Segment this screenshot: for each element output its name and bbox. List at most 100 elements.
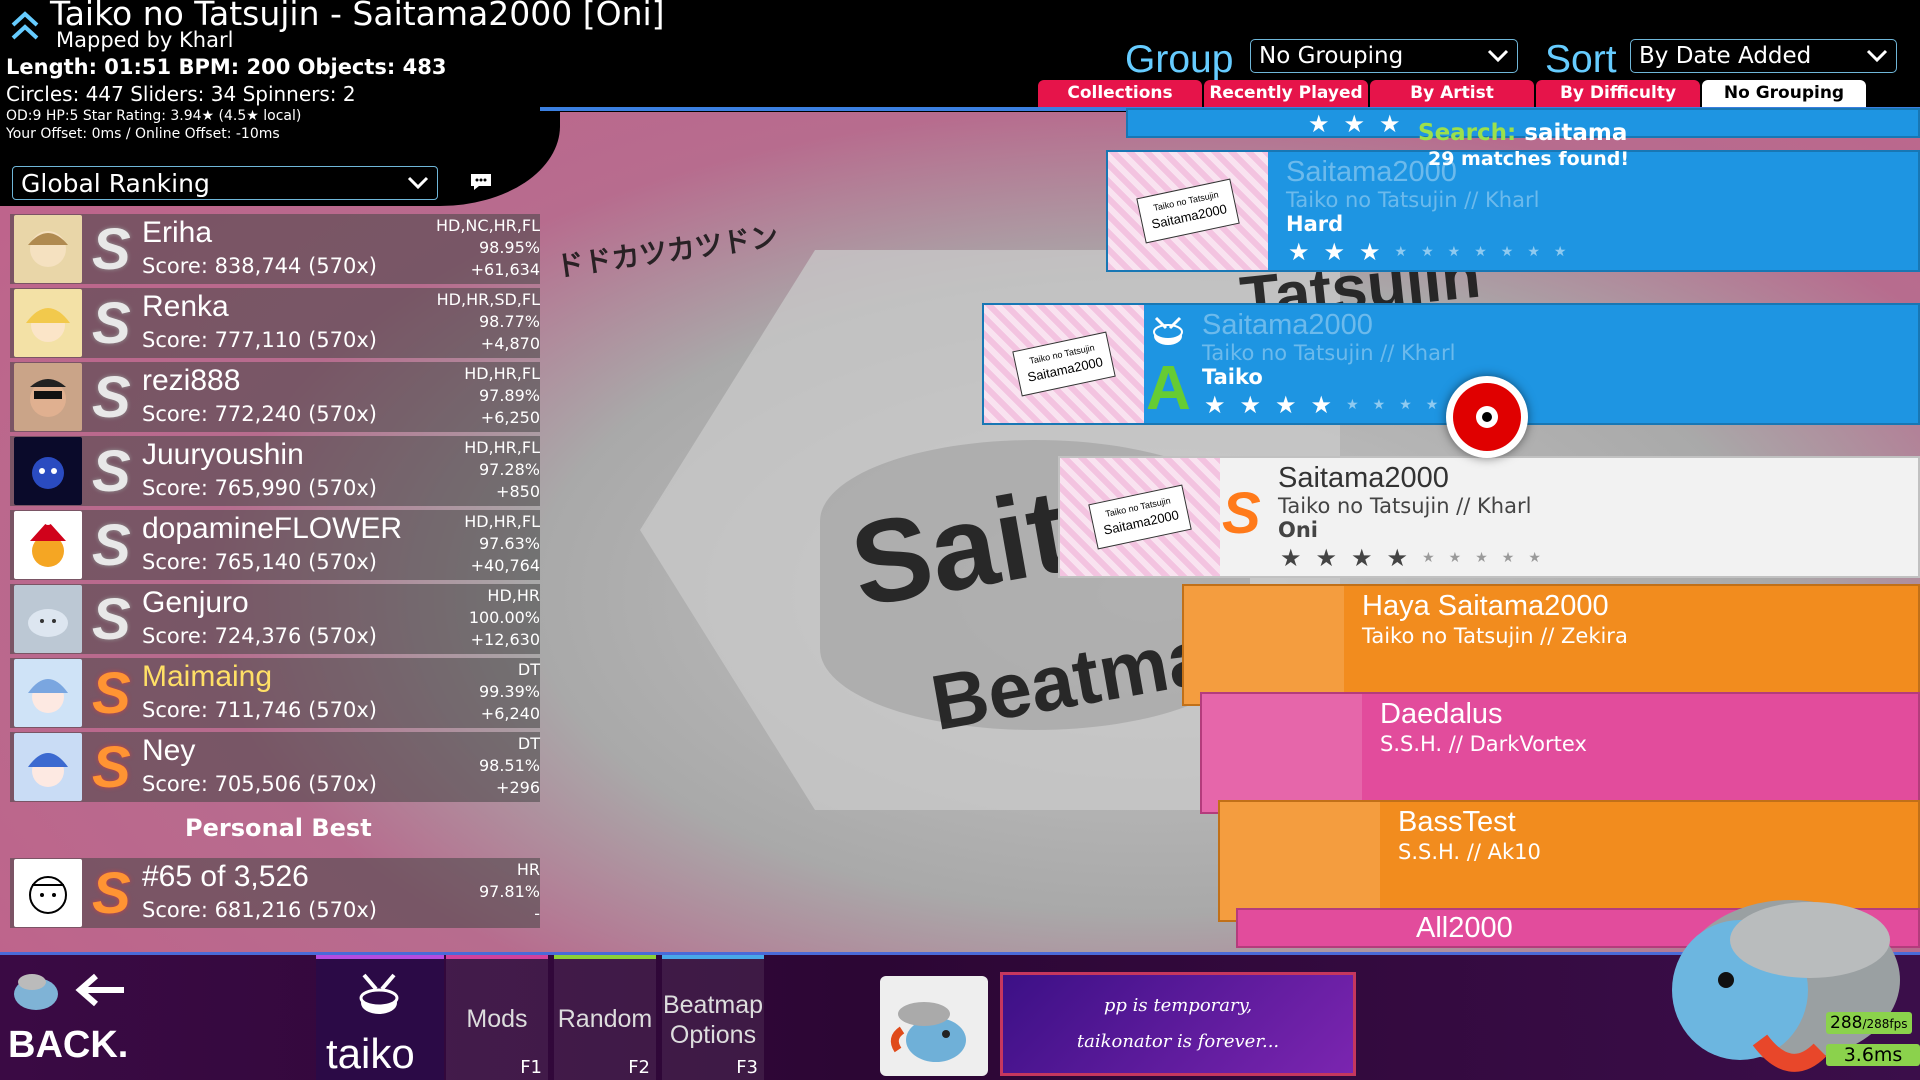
random-label: Random [557, 1005, 653, 1033]
tab-by-artist[interactable]: By Artist [1370, 80, 1534, 107]
grade-badge: A [1146, 354, 1191, 423]
score-diff: +296 [496, 778, 540, 797]
song-panel[interactable]: Daedalus S.S.H. // DarkVortex [1200, 692, 1920, 814]
avatar [890, 1002, 966, 1062]
player-name: rezi888 [142, 364, 241, 397]
star-icon: ★ [1280, 544, 1302, 572]
player-score: Score: 711,746 (570x) [142, 698, 377, 722]
star-icon: ★ [1308, 110, 1330, 138]
avatar [14, 733, 82, 801]
random-key: F2 [628, 1057, 650, 1078]
star-icon: ★ [1288, 238, 1310, 266]
back-arrow-icon [14, 973, 124, 1010]
leaderboard-entry[interactable]: S Ney Score: 705,506 (570x) DT 98.51% +2… [10, 732, 540, 802]
difficulty-name: Oni [1278, 518, 1319, 542]
star-icon: ★ [1553, 244, 1567, 260]
motd-line1: pp is temporary, [1103, 995, 1253, 1016]
fps-max: /288fps [1862, 1017, 1908, 1031]
chevron-down-icon [1866, 49, 1888, 63]
song-panel-oni-selected[interactable]: Taiko no Tatsujin Saitama2000 Saitama2000… [1058, 456, 1920, 578]
mode-label: taiko [326, 1030, 415, 1077]
options-key: F3 [736, 1057, 758, 1078]
grade-badge: S [1222, 481, 1261, 546]
leaderboard-entry[interactable]: S Renka Score: 777,110 (570x) HD,HR,SD,F… [10, 288, 540, 358]
player-score: Score: 705,506 (570x) [142, 772, 377, 796]
song-title: BassTest [1398, 806, 1516, 838]
tab-by-difficulty[interactable]: By Difficulty [1536, 80, 1700, 107]
star-icon: ★ [1421, 244, 1434, 260]
avatar [14, 511, 82, 579]
back-button[interactable]: BACK. [0, 952, 150, 1080]
star-icon: ★ [1351, 544, 1373, 572]
mods-button[interactable]: Mods F1 [446, 955, 548, 1080]
song-title: Saitama2000 [1202, 309, 1373, 341]
mods-used: HD,HR,FL [464, 512, 540, 531]
accuracy: 97.63% [478, 534, 540, 553]
song-artist-mapper: Taiko no Tatsujin // Kharl [1278, 494, 1532, 518]
search-match-count: 29 matches found! [1428, 148, 1629, 170]
thumbnail-card: Taiko no Tatsujin Saitama2000 [1012, 331, 1116, 397]
grade-badge: S [92, 291, 131, 356]
difficulty-stars: ★ ★ ★ [1308, 112, 1401, 136]
group-dropdown-value: No Grouping [1259, 43, 1404, 69]
player-score: Score: 724,376 (570x) [142, 624, 377, 648]
avatar [14, 289, 82, 357]
star-icon: ★ [1399, 397, 1412, 413]
collapse-icon[interactable] [10, 8, 40, 44]
song-artist-mapper: Taiko no Tatsujin // Zekira [1362, 624, 1628, 648]
song-artist-mapper: S.S.H. // Ak10 [1398, 840, 1541, 864]
object-counts: Circles: 447 Sliders: 34 Spinners: 2 [6, 82, 356, 106]
player-rank: #65 of 3,526 [142, 860, 309, 893]
offset-info: Your Offset: 0ms / Online Offset: -10ms [6, 126, 280, 142]
tab-no-grouping[interactable]: No Grouping [1702, 80, 1866, 107]
personal-best-entry[interactable]: S #65 of 3,526 Score: 681,216 (570x) HR … [10, 858, 540, 932]
player-name: Ney [142, 734, 196, 767]
taiko-drum-icon [359, 973, 399, 1014]
random-button[interactable]: Random F2 [554, 955, 656, 1080]
avatar [14, 215, 82, 283]
mascot-plush [1672, 900, 1900, 1072]
avatar [14, 859, 82, 927]
sort-dropdown[interactable]: By Date Added [1630, 39, 1897, 73]
tab-collections[interactable]: Collections [1038, 80, 1202, 107]
user-avatar[interactable] [880, 976, 988, 1076]
chat-button[interactable] [466, 168, 496, 196]
star-icon: ★ [1204, 391, 1226, 419]
motd-banner[interactable]: pp is temporary, taikonator is forever..… [1000, 972, 1356, 1076]
mods-key: F1 [520, 1057, 542, 1078]
leaderboard-entry[interactable]: S Juuryoushin Score: 765,990 (570x) HD,H… [10, 436, 540, 506]
star-icon: ★ [1310, 391, 1333, 419]
ranking-dropdown[interactable]: Global Ranking [12, 166, 438, 200]
accuracy: 97.81% [478, 882, 540, 901]
star-icon: ★ [1386, 544, 1409, 572]
song-title: All2000 [1416, 912, 1513, 944]
song-panel[interactable]: Haya Saitama2000 Taiko no Tatsujin // Ze… [1182, 584, 1920, 706]
song-title: Haya Saitama2000 [1362, 590, 1609, 622]
leaderboard-entry[interactable]: S rezi888 Score: 772,240 (570x) HD,HR,FL… [10, 362, 540, 432]
tab-recently-played[interactable]: Recently Played [1204, 80, 1368, 107]
grade-badge: S [92, 861, 131, 926]
group-dropdown[interactable]: No Grouping [1250, 39, 1518, 73]
star-icon: ★ [1528, 550, 1541, 566]
accuracy: 98.95% [478, 238, 540, 257]
leaderboard-entry[interactable]: S Genjuro Score: 724,376 (570x) HD,HR 10… [10, 584, 540, 654]
star-icon: ★ [1323, 238, 1346, 266]
star-icon: ★ [1343, 110, 1366, 138]
thumbnail-card: Taiko no Tatsujin Saitama2000 [1136, 178, 1240, 244]
search-label: Search: saitama [1418, 120, 1627, 146]
thumbnail-card: Taiko no Tatsujin Saitama2000 [1088, 484, 1192, 550]
beatmap-options-button[interactable]: Beatmap Options F3 [662, 955, 764, 1080]
song-artist-mapper: Taiko no Tatsujin // Kharl [1286, 188, 1540, 212]
avatar [14, 437, 82, 505]
grade-badge: S [92, 661, 131, 726]
leaderboard-entry[interactable]: S dopamineFLOWER Score: 765,140 (570x) H… [10, 510, 540, 580]
back-label: BACK. [8, 1024, 129, 1066]
star-icon: ★ [1394, 244, 1408, 260]
cursor-icon [1446, 376, 1528, 458]
leaderboard-entry[interactable]: S Maimaing Score: 711,746 (570x) DT 99.3… [10, 658, 540, 728]
accuracy: 98.77% [478, 312, 540, 331]
leaderboard-entry[interactable]: S Eriha Score: 838,744 (570x) HD,NC,HR,F… [10, 214, 540, 284]
beatmap-thumbnail: Taiko no Tatsujin Saitama2000 [1060, 458, 1220, 576]
player-score: Score: 777,110 (570x) [142, 328, 377, 352]
song-artist-mapper: Taiko no Tatsujin // Kharl [1202, 341, 1456, 365]
